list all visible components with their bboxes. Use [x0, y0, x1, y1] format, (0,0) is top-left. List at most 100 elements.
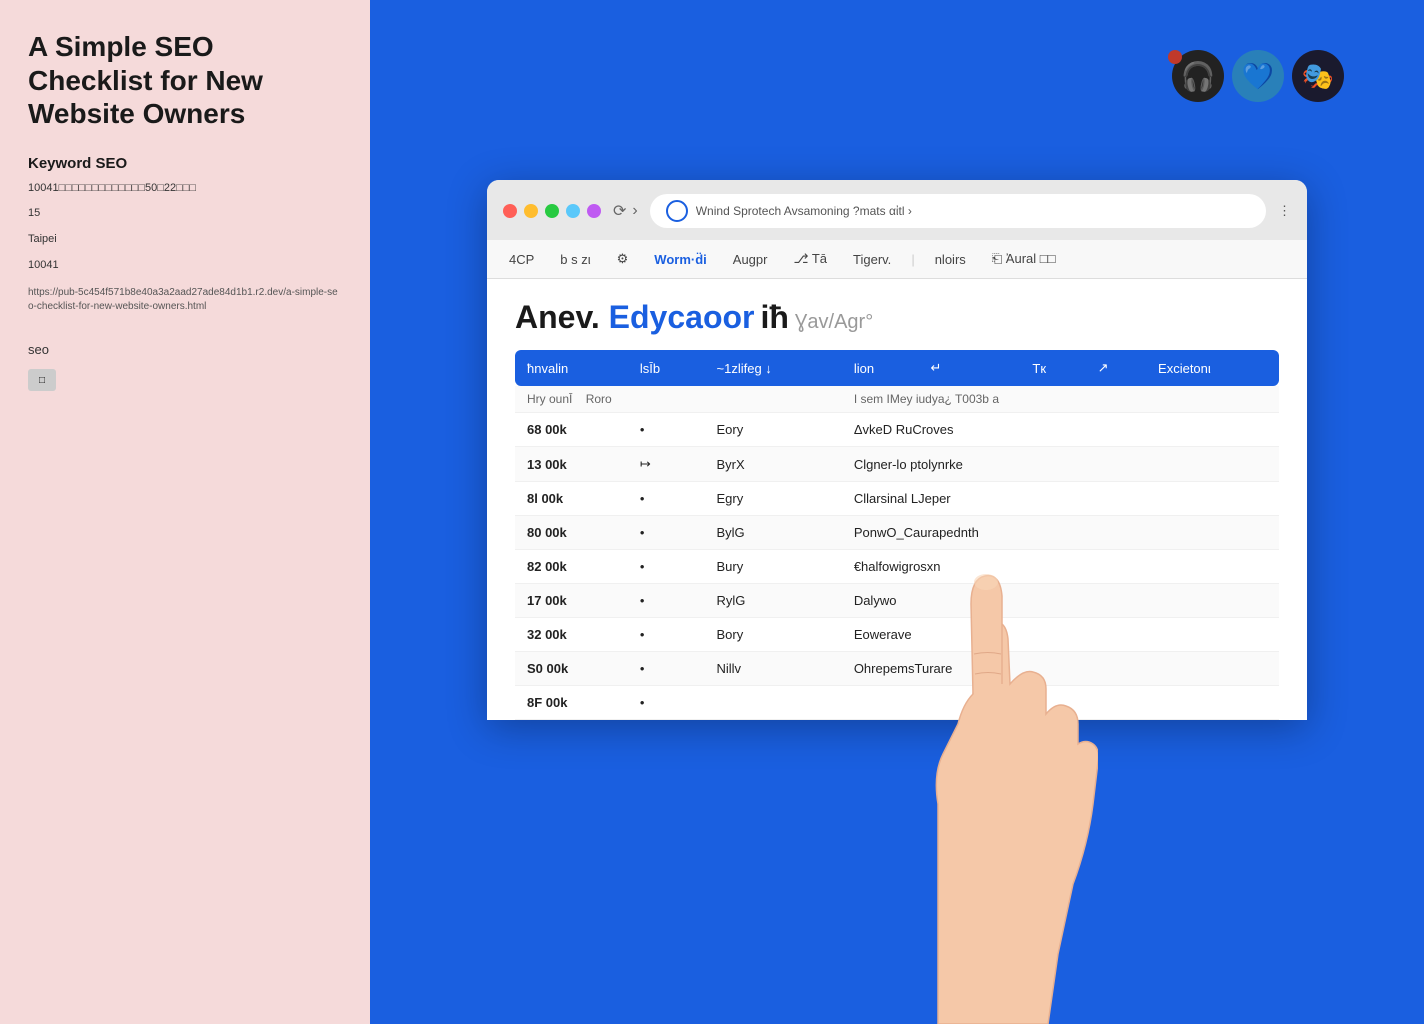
arrow-2: ↦ [628, 447, 705, 482]
address-bar[interactable]: Wnind Sprotech Avsamoning ?mats αἰtl › [650, 194, 1266, 228]
sidebar-meta-line1: 10041□□□□□□□□□□□□□50□22□□□ [28, 180, 342, 198]
heading-part1: Anev. Edycaoor [515, 299, 754, 336]
cell-1-2: Eory [705, 413, 842, 447]
table-row: 82 00k • Bury €halfowigrosxn [515, 550, 1279, 584]
vol-1: 68 00k [515, 413, 628, 447]
table-row: 8l 00k • Egry Cllarsinal LJeper [515, 482, 1279, 516]
red-dot [1168, 50, 1182, 64]
vol-7: 32 00k [515, 618, 628, 652]
cell-6-2: RylG [705, 584, 842, 618]
browser-content: Anev. Edycaoor iħ Ɣav/Agr° ħnvalin lsĪb … [487, 279, 1307, 720]
vol-9: 8F 00k [515, 686, 628, 720]
cell-8-3: OhrepemsTurare [842, 652, 1279, 686]
vol-3: 8l 00k [515, 482, 628, 516]
address-text: Wnind Sprotech Avsamoning ?mats αἰtl › [696, 204, 1250, 218]
sidebar-meta-line3: Taipei [28, 231, 342, 249]
cell-3-2: Egry [705, 482, 842, 516]
cell-1-3: ΔvkeD RuCroves [842, 413, 1279, 447]
cell-9-3 [842, 686, 1279, 720]
cell-3-3: Cllarsinal LJeper [842, 482, 1279, 516]
data-table: ħnvalin lsĪb ~1zlifeg ↓ lion ↵ Tк ↗ Exci… [515, 350, 1279, 720]
arrow-4: • [628, 516, 705, 550]
browser-toolbar-icons: ⋮ [1278, 203, 1291, 219]
cell-5-3: €halfowigrosxn [842, 550, 1279, 584]
traffic-light-green[interactable] [545, 204, 559, 218]
table-row: 17 00k • RylG Dalywo [515, 584, 1279, 618]
vol-8: S0 00k [515, 652, 628, 686]
tab-item-nloirs[interactable]: nloirs [929, 249, 972, 270]
sidebar-tag: seo [28, 342, 342, 357]
cell-6-3: Dalywo [842, 584, 1279, 618]
arrow-5: • [628, 550, 705, 584]
top-icons: 🎧 💙 🎭 [1172, 50, 1344, 102]
sidebar-title: A Simple SEO Checklist for New Website O… [28, 30, 342, 131]
content-heading: Anev. Edycaoor iħ Ɣav/Agr° [515, 299, 1279, 336]
col-header-7: Tк [1020, 350, 1085, 386]
cell-9-2 [705, 686, 842, 720]
arrow-1: • [628, 413, 705, 447]
sidebar-meta-line4: 10041 [28, 257, 342, 275]
sidebar-url[interactable]: https://pub-5c454f571b8e40a3a2aad27ade84… [28, 286, 342, 314]
sidebar-meta-line2: 15 [28, 205, 342, 223]
col-header-8: ↗ [1086, 350, 1146, 386]
tab-item-1[interactable]: 4CP [503, 249, 540, 270]
forward-icon[interactable]: › [632, 202, 637, 220]
traffic-light-yellow[interactable] [524, 204, 538, 218]
cell-8-2: Nillv [705, 652, 842, 686]
table-row: 8F 00k • [515, 686, 1279, 720]
address-circle-icon [666, 200, 688, 222]
arrow-6: • [628, 584, 705, 618]
sidebar: A Simple SEO Checklist for New Website O… [0, 0, 370, 1024]
tab-item-2[interactable]: b s zι [554, 249, 596, 270]
nav-buttons: ⟳ › [613, 201, 638, 221]
sub-header-left: Hry ounĪ Roro [515, 386, 842, 413]
heading-part3: Ɣav/Agr° [795, 311, 873, 334]
browser-chrome: ⟳ › Wnind Sprotech Avsamoning ?mats αἰtl… [487, 180, 1307, 240]
vol-6: 17 00k [515, 584, 628, 618]
vol-5: 82 00k [515, 550, 628, 584]
traffic-light-purple [587, 204, 601, 218]
col-header-5: ↵ [918, 350, 978, 386]
table-row: 68 00k • Eory ΔvkeD RuCroves [515, 413, 1279, 447]
vol-2: 13 00k [515, 447, 628, 482]
sidebar-subtitle: Keyword SEO [28, 155, 342, 172]
tab-item-worm[interactable]: Worm·d̈i [648, 249, 712, 270]
arrow-8: • [628, 652, 705, 686]
traffic-lights [503, 204, 601, 218]
arrow-3: • [628, 482, 705, 516]
tab-item-fork[interactable]: ⎇ Tā [787, 248, 833, 270]
cell-4-3: PonwO_Caurapednth [842, 516, 1279, 550]
cell-5-2: Bury [705, 550, 842, 584]
tab-item-aural[interactable]: ⎗ Ἀural □□ [986, 248, 1062, 270]
tab-item-augpr[interactable]: Augpr [727, 249, 774, 270]
table-row: 13 00k ↦ ByrX Clgner-lo ptolynrke [515, 447, 1279, 482]
back-icon[interactable]: ⟳ [613, 201, 626, 221]
traffic-light-blue [566, 204, 580, 218]
col-header-2: lsĪb [628, 350, 705, 386]
col-header-1: ħnvalin [515, 350, 628, 386]
cell-4-2: BylG [705, 516, 842, 550]
icon-circle-3: 🎭 [1292, 50, 1344, 102]
vol-4: 80 00k [515, 516, 628, 550]
icon-circle-2: 💙 [1232, 50, 1284, 102]
main-content: 🎧 💙 🎭 ⟳ › Wnind Sprotech Avsamoning ?mat… [370, 0, 1424, 1024]
arrow-9: • [628, 686, 705, 720]
sub-header-right: I sem IMey iudya¿ T003b a [842, 386, 1279, 413]
table-row: S0 00k • Nillv OhrepemsTurare [515, 652, 1279, 686]
heading-blue: Edycaoor [609, 299, 755, 335]
col-header-9: Excietonι [1146, 350, 1279, 386]
tab-separator: | [911, 252, 914, 267]
traffic-light-red[interactable] [503, 204, 517, 218]
extension-icon-1[interactable]: ⋮ [1278, 203, 1291, 219]
tab-item-tigerv[interactable]: Tigerv. [847, 249, 897, 270]
tab-item-3[interactable]: ⚙ [611, 248, 635, 270]
browser-window: ⟳ › Wnind Sprotech Avsamoning ?mats αἰtl… [487, 180, 1307, 720]
cell-2-3: Clgner-lo ptolynrke [842, 447, 1279, 482]
col-header-6 [979, 350, 1021, 386]
table-row: 80 00k • BylG PonwO_Caurapednth [515, 516, 1279, 550]
sidebar-icon: □ [28, 369, 56, 391]
arrow-7: • [628, 618, 705, 652]
cell-7-3: Eowerave [842, 618, 1279, 652]
heading-part2: iħ [760, 299, 788, 336]
browser-tabs: 4CP b s zι ⚙ Worm·d̈i Augpr ⎇ Tā Tigerv.… [487, 240, 1307, 279]
